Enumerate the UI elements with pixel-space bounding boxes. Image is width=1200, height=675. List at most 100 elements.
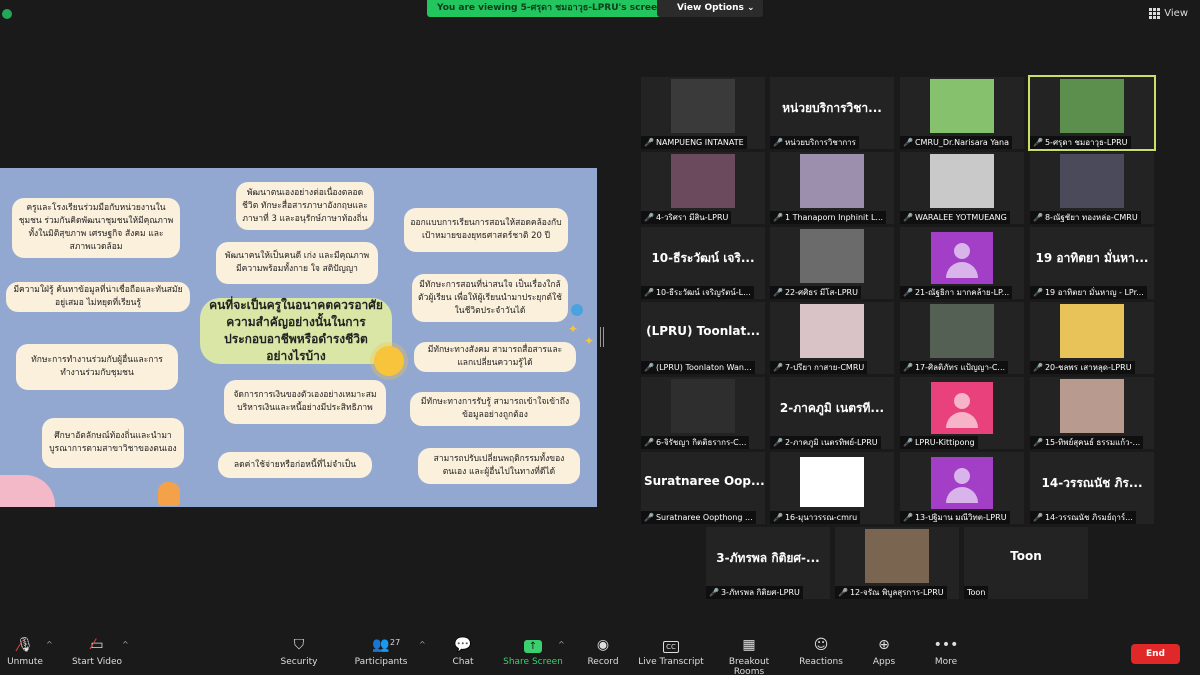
participant-tile[interactable]: 🎤 13-ปฐิมาน มณีวิทต-LPRU (900, 452, 1024, 524)
participant-tile[interactable]: 🎤 NAMPUENG INTANATE (641, 77, 765, 149)
encryption-shield-icon[interactable] (2, 9, 12, 19)
participant-name-bar: 🎤 16-มุนาวรรณ-cmru (770, 511, 861, 524)
participant-tile[interactable]: 🎤 CMRU_Dr.Narisara Yana (900, 77, 1024, 149)
participant-tile[interactable]: (LPRU) Toonlat... 🎤 (LPRU) Toonlaton Wan..… (641, 302, 765, 374)
chevron-down-icon: ⌄ (747, 3, 755, 13)
sun-decoration-icon (374, 346, 404, 376)
participant-tile[interactable]: 🎤 4-วริศรา มีสิน-LPRU (641, 152, 765, 224)
record-button[interactable]: ◉ Record (568, 636, 638, 667)
participant-video (865, 529, 929, 583)
participant-name: 14-วรรณนัช ภิรมย์ฤาร์... (1044, 513, 1133, 522)
participant-video (1060, 79, 1124, 133)
participant-name: (LPRU) Toonlaton Wan... (655, 363, 752, 372)
unmute-label: Unmute (7, 657, 43, 667)
participant-video (1060, 304, 1124, 358)
participant-tile[interactable]: 🎤 21-ณัฐธิกา มากคล้าย-LP... (900, 227, 1024, 299)
share-options-caret[interactable]: ^ (558, 640, 565, 649)
participant-tile[interactable]: 🎤 6-จิรัชญา กิตติธรากร-C... (641, 377, 765, 449)
mic-muted-icon: 🎤 (903, 438, 913, 447)
participant-tile[interactable]: หน่วยบริการวิชา... 🎤 หน่วยบริการวิชาการ (770, 77, 894, 149)
participant-name-bar: 🎤 21-ณัฐธิกา มากคล้าย-LP... (900, 286, 1013, 299)
zoom-meeting-window: You are viewing 5-ศรุดา ชมอาวุธ-LPRU's s… (0, 0, 1200, 675)
participants-options-caret[interactable]: ^ (419, 640, 426, 649)
participant-name-bar: 🎤 1 Thanaporn Inphinit L... (770, 211, 887, 224)
participant-tile[interactable]: 🎤 15-ทิพย์สุคนธ์ ธรรมแก้ว-... (1030, 377, 1154, 449)
mic-muted-icon: 🎤 (644, 513, 654, 522)
mic-muted-icon: 🎤 (644, 138, 654, 147)
participant-tile[interactable]: 🎤 17-ศิลติภัทร แป้ญญา-C... (900, 302, 1024, 374)
participant-tile[interactable]: 🎤 22-ศศิธร มีโส-LPRU (770, 227, 894, 299)
participant-name-bar: 🎤 LPRU-Kittipong (900, 436, 978, 449)
participant-tile[interactable]: 19 อาทิตยา มั่นหา... 🎤 19 อาทิตยา มั่นหาญ … (1030, 227, 1154, 299)
view-button[interactable]: View (1149, 8, 1188, 19)
participant-tile[interactable]: 🎤 1 Thanaporn Inphinit L... (770, 152, 894, 224)
audio-options-caret[interactable]: ^ (46, 640, 53, 649)
participant-video (1060, 154, 1124, 208)
participant-name: LPRU-Kittipong (914, 438, 975, 447)
security-button[interactable]: ⛉ Security (264, 636, 334, 667)
participant-tile[interactable]: Suratnaree Oop... 🎤 Suratnaree Oopthong ..… (641, 452, 765, 524)
participant-video (671, 379, 735, 433)
video-options-caret[interactable]: ^ (122, 640, 129, 649)
participant-tile[interactable]: 🎤 16-มุนาวรรณ-cmru (770, 452, 894, 524)
participant-tile[interactable]: 14-วรรณนัช ภิร... 🎤 14-วรรณนัช ภิรมย์ฤาร์.… (1030, 452, 1154, 524)
participant-tile[interactable]: 🎤 WARALEE YOTMUEANG (900, 152, 1024, 224)
participant-tile[interactable]: Toon Toon (964, 527, 1088, 599)
slide-center-question: คนที่จะเป็นครูในอนาคตควรอาศัยความสำคัญอย… (200, 298, 392, 364)
participant-tile[interactable]: 3-ภัทรพล กิติยศ-... 🎤 3-ภัทรพล กิติยศ-LPRU (706, 527, 830, 599)
participant-name-bar: 🎤 CMRU_Dr.Narisara Yana (900, 136, 1012, 149)
participant-name: 22-ศศิธร มีโส-LPRU (784, 288, 858, 297)
shield-icon: ⛉ (293, 637, 305, 653)
participants-label: Participants (354, 657, 408, 667)
participants-icon: 👥 27 (346, 636, 416, 654)
mic-muted-icon: 🎤 (644, 363, 654, 372)
participant-name-bar: 🎤 2-ภาคภูมิ เนตรทิพย์-LPRU (770, 436, 881, 449)
participant-tile[interactable]: 🎤 5-ศรุดา ชมอาวุธ-LPRU (1028, 75, 1156, 151)
reactions-button[interactable]: ☺ Reactions (786, 636, 856, 667)
participant-tile[interactable]: 10-ธีระวัฒน์ เจริ... 🎤 10-ธีระวัฒน์ เจริญร… (641, 227, 765, 299)
participant-name: 3-ภัทรพล กิติยศ-LPRU (720, 588, 800, 597)
participant-display-name: 10-ธีระวัฒน์ เจริ... (651, 251, 755, 265)
participant-tile[interactable]: 🎤 8-ณัฐชัยา ทองหล่อ-CMRU (1030, 152, 1154, 224)
apps-button[interactable]: ⊕ Apps (849, 636, 919, 667)
security-label: Security (280, 657, 318, 667)
participant-name-bar: 🎤 5-ศรุดา ชมอาวุธ-LPRU (1030, 136, 1131, 149)
participant-display-name: Suratnaree Oop... (644, 474, 765, 488)
participant-name-bar: 🎤 7-ปรียา กาสาย-CMRU (770, 361, 868, 374)
participant-tile[interactable]: 2-ภาคภูมิ เนตรที... 🎤 2-ภาคภูมิ เนตรทิพย์-… (770, 377, 894, 449)
slide-card: มีทักษะทางสังคม สามารถสื่อสารและแลกเปลี่… (414, 342, 576, 372)
participant-tile[interactable]: 🎤 20-ชลพร เสาหลุด-LPRU (1030, 302, 1154, 374)
participant-name: Suratnaree Oopthong ... (655, 513, 753, 522)
participant-name-bar: 🎤 17-ศิลติภัทร แป้ญญา-C... (900, 361, 1009, 374)
participant-name-bar: 🎤 WARALEE YOTMUEANG (900, 211, 1010, 224)
mic-muted-icon: 🎤 (903, 363, 913, 372)
mic-muted-icon: 🎤 (773, 363, 783, 372)
breakout-rooms-button[interactable]: ▦ Breakout Rooms (714, 636, 784, 675)
participant-name: 15-ทิพย์สุคนธ์ ธรรมแก้ว-... (1044, 438, 1141, 447)
participants-button[interactable]: 👥 27 Participants (346, 636, 416, 667)
record-label: Record (587, 657, 619, 667)
participant-name: 12-จรัณ พิบูลสุรการ-LPRU (849, 588, 944, 597)
breakout-rooms-label: Breakout Rooms (728, 657, 770, 675)
participant-name: 1 Thanaporn Inphinit L... (784, 213, 884, 222)
mic-muted-icon: 🎤 (1033, 213, 1043, 222)
participant-name: 4-วริศรา มีสิน-LPRU (655, 213, 729, 222)
end-meeting-button[interactable]: End (1131, 644, 1180, 664)
participant-tile[interactable]: 🎤 7-ปรียา กาสาย-CMRU (770, 302, 894, 374)
participant-tile[interactable]: 🎤 12-จรัณ พิบูลสุรการ-LPRU (835, 527, 959, 599)
participant-video (800, 457, 864, 507)
chat-button[interactable]: 💬 Chat (428, 636, 498, 667)
participant-name-bar: 🎤 10-ธีระวัฒน์ เจริญรัตน์-L... (641, 286, 754, 299)
slide-card: พัฒนาคนให้เป็นคนดี เก่ง และมีคุณภาพ มีคว… (216, 242, 378, 284)
more-label: More (934, 657, 958, 667)
participant-video (800, 229, 864, 283)
live-transcript-button[interactable]: CC Live Transcript (636, 636, 706, 667)
view-options-button[interactable]: View Options ⌄ (657, 0, 763, 17)
participant-tile[interactable]: 🎤 LPRU-Kittipong (900, 377, 1024, 449)
mic-muted-icon: 🎤 (644, 438, 654, 447)
participant-name-bar: 🎤 (LPRU) Toonlaton Wan... (641, 361, 755, 374)
sparkle-icon: ✦ (568, 322, 579, 336)
participant-display-name: 2-ภาคภูมิ เนตรที... (779, 401, 885, 415)
split-resize-handle[interactable] (600, 327, 604, 347)
more-button[interactable]: ••• More (911, 636, 981, 667)
